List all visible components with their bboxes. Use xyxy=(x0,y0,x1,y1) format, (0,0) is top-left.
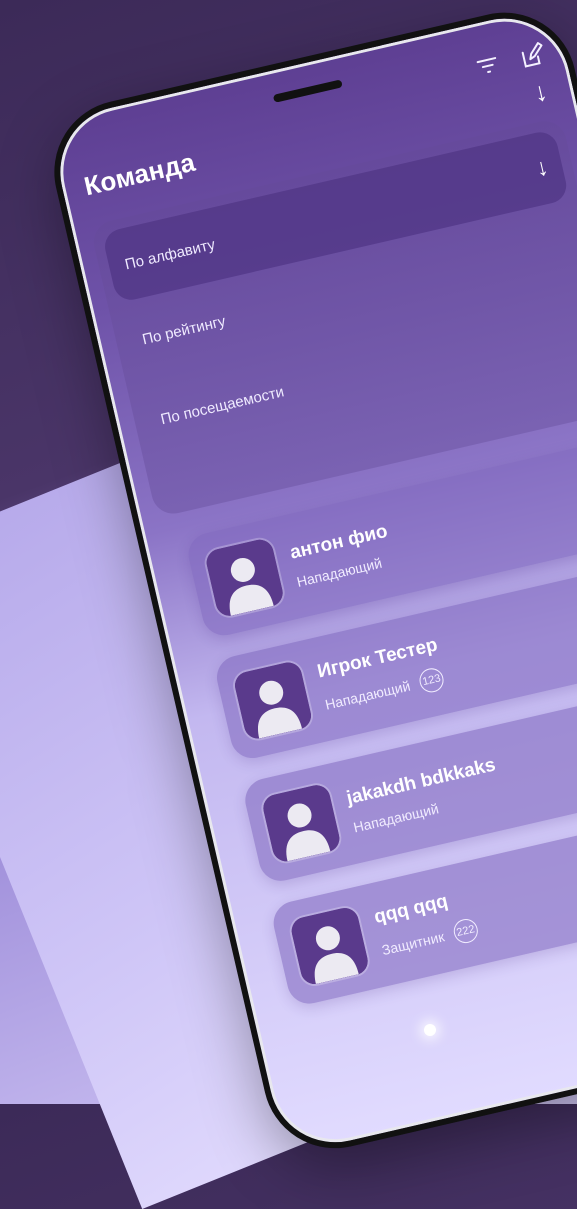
edit-icon[interactable] xyxy=(516,39,550,73)
avatar xyxy=(288,905,371,987)
person-icon xyxy=(288,905,371,987)
phone-notch xyxy=(272,79,343,103)
avatar xyxy=(260,782,343,865)
player-info: qqq qqq Защитник 222 xyxy=(372,885,481,962)
person-icon xyxy=(232,659,314,742)
edit-icon-svg xyxy=(521,42,543,68)
player-list: антон фио Нападающий Игрок Тестер Напада… xyxy=(184,434,577,1008)
player-position: Нападающий xyxy=(323,677,412,713)
avatar xyxy=(203,536,286,619)
avatar xyxy=(232,659,314,742)
sort-option-label: По алфавиту xyxy=(123,235,217,273)
decorative-glow xyxy=(424,1024,436,1036)
player-info: jakakdh bdkkaks Нападающий xyxy=(345,754,504,835)
arrow-down-icon[interactable]: ↓ xyxy=(531,76,551,109)
player-position: Защитник xyxy=(380,928,446,959)
player-info: Игрок Тестер Нападающий 123 xyxy=(315,634,447,716)
sort-option-label: По рейтингу xyxy=(140,312,228,348)
player-number-badge: 123 xyxy=(417,665,447,695)
filter-icon[interactable] xyxy=(471,49,505,83)
arrow-down-icon: ↓ xyxy=(533,153,551,183)
person-icon xyxy=(203,536,286,619)
sort-option-label: По посещаемости xyxy=(159,382,286,428)
page-title: Команда xyxy=(81,146,198,202)
person-icon xyxy=(260,782,343,865)
player-number-badge: 222 xyxy=(451,916,481,946)
player-info: антон фио Нападающий xyxy=(288,521,396,590)
filter-icon-svg xyxy=(476,57,497,74)
